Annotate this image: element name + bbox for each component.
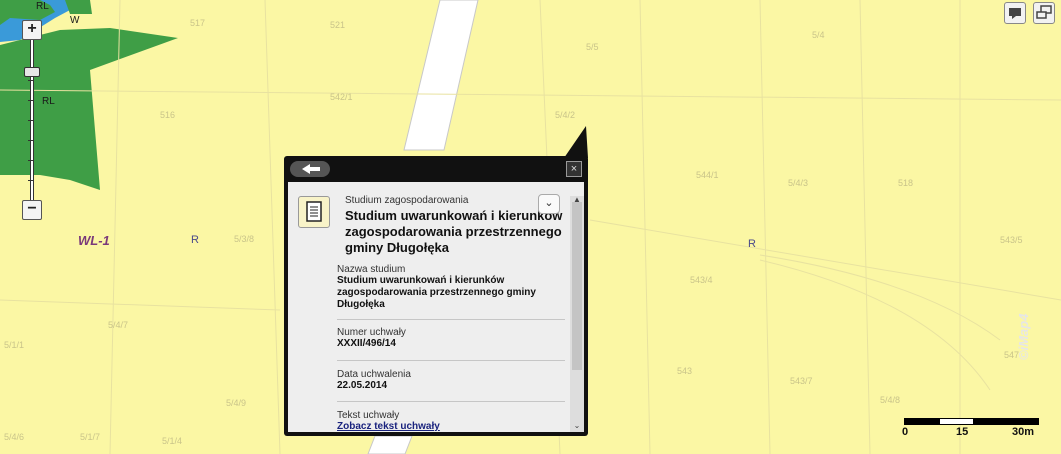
field-label: Tekst uchwały — [337, 410, 400, 421]
close-button[interactable]: × — [566, 161, 582, 177]
zoom-tick — [28, 140, 34, 141]
field-value: Studium uwarunkowań i kierunków zagospod… — [337, 275, 536, 310]
parcel-label: 516 — [160, 110, 176, 120]
parcel-label: 5/4/9 — [226, 398, 247, 408]
parcel-label: 542/1 — [330, 92, 353, 102]
parcel-label: 5/1/4 — [162, 436, 183, 446]
zone-label-wl1: WL-1 — [78, 233, 110, 248]
zoom-out-button[interactable]: − — [22, 200, 42, 220]
field-value: 22.05.2014 — [337, 380, 388, 391]
zoom-slider-handle[interactable] — [24, 67, 40, 77]
chat-bubbles-icon — [1036, 5, 1052, 19]
zoom-tick — [28, 80, 34, 81]
document-link[interactable]: Zobacz tekst uchwały — [337, 421, 565, 432]
field-label: Data uchwalenia — [337, 369, 411, 380]
scale-label-0: 0 — [902, 426, 909, 438]
scale-label-30: 30m — [1012, 426, 1035, 438]
zoom-tick — [28, 100, 34, 101]
field-nazwa-studium: Nazwa studium Studium uwarunkowań i kier… — [337, 264, 565, 311]
scale-bar: 0 15 30m — [902, 418, 1042, 448]
popup-title: Studium uwarunkowań i kierunków zagospod… — [345, 208, 563, 255]
imap-watermark: ©iMap4 — [1016, 313, 1031, 360]
parcel-label: 544/1 — [696, 170, 719, 180]
parcel-label: 5/4/6 — [4, 432, 25, 442]
scale-segment — [973, 418, 1039, 425]
field-label: Nazwa studium — [337, 264, 406, 275]
chevron-down-icon: ⌄ — [544, 197, 554, 209]
zoom-tick — [28, 160, 34, 161]
zoom-tick — [28, 180, 34, 181]
parcel-label: 543 — [677, 366, 693, 376]
parcel-label: 518 — [898, 178, 914, 188]
parcel-label: 517 — [190, 18, 206, 28]
parcel-label: 5/3/8 — [234, 234, 255, 244]
zone-label-r-right: R — [748, 238, 756, 250]
parcel-label: 5/5 — [586, 42, 599, 52]
parcel-label: 5/4/8 — [880, 395, 901, 405]
zone-label-rl-top: RL — [36, 1, 49, 12]
parcel-label: 5/4/2 — [555, 110, 576, 120]
speech-bubble-icon — [1009, 8, 1021, 19]
zoom-tick — [28, 120, 34, 121]
chat-button[interactable] — [1033, 2, 1055, 24]
zone-label-r-left: R — [191, 234, 199, 246]
parcel-label: 5/4/7 — [108, 320, 129, 330]
divider — [337, 360, 565, 361]
expand-button[interactable]: ⌄ — [538, 194, 560, 214]
divider — [337, 319, 565, 320]
parcel-label: 5/1/1 — [4, 340, 25, 350]
info-popup: × Studium zagospodarowania Studium uwaru… — [284, 156, 588, 436]
comment-button[interactable] — [1004, 2, 1026, 24]
scrollbar-thumb[interactable] — [572, 202, 582, 370]
scale-label-15: 15 — [956, 426, 969, 438]
parcel-label: 5/4/3 — [788, 178, 809, 188]
parcel-label: 5/1/7 — [80, 432, 101, 442]
parcel-label: 543/5 — [1000, 235, 1023, 245]
field-numer-uchwaly: Numer uchwały XXXII/496/14 — [337, 327, 565, 350]
back-button[interactable] — [290, 161, 330, 177]
road-lower — [367, 435, 413, 454]
scrollbar[interactable]: ▲ ⌄ — [570, 196, 584, 432]
parcel-label: 543/7 — [790, 376, 813, 386]
document-icon — [298, 196, 330, 228]
zoom-in-button[interactable]: + — [22, 20, 42, 40]
zoom-control: + − — [22, 20, 42, 220]
scale-segment — [904, 418, 940, 425]
zone-label-rl: RL — [42, 96, 55, 107]
field-value: XXXII/496/14 — [337, 338, 396, 349]
parcel-label: 521 — [330, 20, 346, 30]
scale-segment — [939, 418, 974, 425]
popup-type-label: Studium zagospodarowania — [345, 195, 469, 206]
field-data-uchwalenia: Data uchwalenia 22.05.2014 — [337, 369, 565, 392]
scroll-down-icon[interactable]: ⌄ — [572, 422, 582, 430]
popup-pointer — [564, 126, 588, 158]
arrow-left-icon — [302, 164, 320, 174]
field-tekst-uchwaly: Tekst uchwały Zobacz tekst uchwały — [337, 410, 565, 432]
parcel-label: 5/4 — [812, 30, 825, 40]
divider — [337, 401, 565, 402]
popup-content: Studium zagospodarowania Studium uwarunk… — [288, 182, 584, 432]
parcel-label: 543/4 — [690, 275, 713, 285]
field-label: Numer uchwały — [337, 327, 406, 338]
zone-label-w: W — [70, 15, 80, 26]
